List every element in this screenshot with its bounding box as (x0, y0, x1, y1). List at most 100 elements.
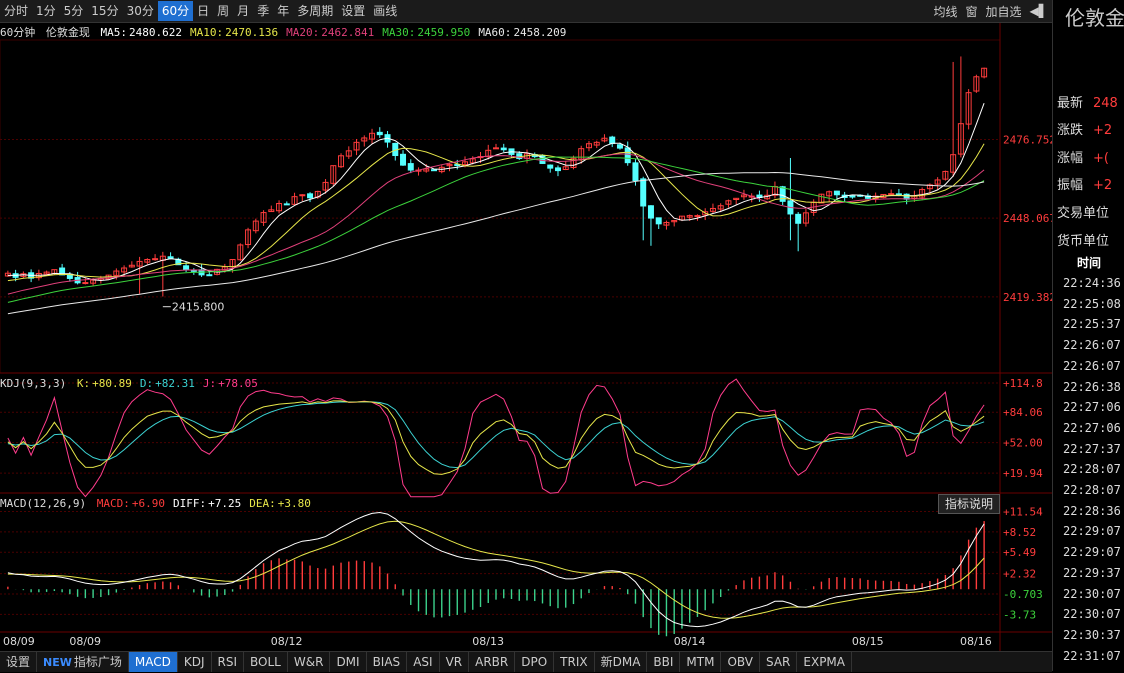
quote-row-value: +( (1093, 151, 1109, 166)
macd-tick-label: +8.52 (1003, 526, 1036, 539)
indicator-tab-label: ASI (413, 655, 433, 669)
period-tab-6[interactable]: 日 (193, 1, 213, 21)
indicator-tab-8[interactable]: BIAS (367, 652, 408, 672)
window-button[interactable]: 窗 (962, 3, 982, 20)
candle-body (655, 217, 662, 225)
tick-time: 22:27:06 (1063, 400, 1121, 415)
indicator-tab-15[interactable]: BBI (647, 652, 681, 672)
indicator-tab-16[interactable]: MTM (680, 652, 722, 672)
tick-time: 22:26:38 (1063, 379, 1121, 394)
indicator-explain-button[interactable]: 指标说明 (938, 494, 1000, 514)
chart-canvas[interactable]: 2476.752 2448.067 2419.382 2415.800 +114.8 +8… (0, 0, 1052, 651)
quote-row-value: +2 (1093, 123, 1113, 138)
indicator-tab-7[interactable]: DMI (330, 652, 367, 672)
tick-time: 22:29:07 (1063, 524, 1121, 539)
indicator-tab-9[interactable]: ASI (407, 652, 440, 672)
kdj-line-j (7, 378, 985, 498)
tick-time: 22:31:07 (1063, 648, 1121, 663)
quote-panel: 伦敦金 最新 248 涨跌 +2 涨幅 +(振幅 +2 交易单位 货币单位 时间 22:24:3… (1052, 0, 1124, 671)
candle-body (647, 205, 654, 219)
kdj_label-item-label: J: (202, 377, 217, 390)
indicator-tab-2[interactable]: MACD (128, 652, 178, 672)
date-label: 08/16 (960, 635, 992, 648)
indicator-tab-11[interactable]: ARBR (469, 652, 516, 672)
period-tab-11[interactable]: 多周期 (293, 1, 337, 21)
ma_line-item-0: MA5: 2480.622 (101, 26, 186, 39)
candle-body (795, 213, 802, 224)
period-tab-8[interactable]: 月 (233, 1, 253, 21)
quote-row-3: 振幅 +2 (1057, 174, 1112, 193)
indicator-tab-0[interactable]: 设置 (0, 652, 38, 672)
indicator-tab-13[interactable]: TRIX (554, 652, 595, 672)
quote-row-value: +2 (1093, 178, 1113, 193)
indicator-tab-14[interactable]: 新DMA (595, 652, 648, 672)
macd_label-item-value: +3.80 (277, 497, 311, 510)
period-tab-2[interactable]: 5分 (60, 1, 88, 21)
date-label: 08/15 (852, 635, 884, 648)
period-tab-9[interactable]: 季 (253, 1, 273, 21)
indicator-tab-4[interactable]: RSI (212, 652, 245, 672)
period-tab-12[interactable]: 设置 (337, 1, 369, 21)
candle-body (152, 258, 159, 261)
indicator-tab-1[interactable]: NEW 指标广场 (37, 652, 129, 672)
ma-toggle-button[interactable]: 均线 (929, 3, 961, 20)
indicator-tab-12[interactable]: DPO (515, 652, 555, 672)
indicator-tab-label: KDJ (183, 655, 205, 669)
period-tab-3[interactable]: 15分 (87, 1, 122, 21)
candle-body (554, 167, 561, 172)
ma_line-item-value: 2459.950 (417, 26, 471, 39)
tick-time: 22:29:07 (1063, 545, 1121, 560)
instrument-name: 伦敦金现 (45, 26, 90, 39)
macd_label-item-0: MACD: +6.90 (97, 497, 169, 510)
period-tab-7[interactable]: 周 (213, 1, 233, 21)
indicator-tab-6[interactable]: W&R (288, 652, 331, 672)
indicator-tab-label: RSI (217, 655, 238, 669)
add-watchlist-button[interactable]: 加自选 (982, 3, 1026, 20)
indicator-tab-19[interactable]: EXPMA (797, 652, 852, 672)
candle-body (895, 193, 902, 196)
macd-tick-label: +5.49 (1003, 546, 1036, 559)
candle-body (407, 163, 414, 171)
indicator-tab-10[interactable]: VR (440, 652, 470, 672)
indicator-tab-label: SAR (766, 655, 791, 669)
period-tab-5[interactable]: 60分 (157, 1, 194, 21)
period-toolbar: 分时 1分 5分 15分 30分 60分日周月季年多周期 设置 画线 均线 窗 加自选 ◀▌ (0, 0, 1052, 23)
macd-tick-label: +2.32 (1003, 568, 1036, 581)
period-tab-13[interactable]: 画线 (369, 1, 401, 21)
indicator-tab-3[interactable]: KDJ (178, 652, 212, 672)
main-panel-frame (0, 39, 1001, 374)
tick-time: 22:28:07 (1063, 483, 1121, 497)
price-tick-label: 2476.752 (1003, 133, 1052, 146)
indicator-tab-label: 设置 (6, 655, 31, 669)
tick-time: 22:26:07 (1063, 338, 1121, 353)
period-tab-1[interactable]: 1分 (32, 1, 60, 21)
ma_line-item-value: 2458.209 (513, 26, 567, 39)
candle-body (299, 194, 306, 197)
indicator-tab-label: OBV (727, 655, 753, 669)
period-tab-0[interactable]: 分时 (0, 1, 32, 21)
period-tab-10[interactable]: 年 (273, 1, 293, 21)
indicator-tab-label: DPO (521, 655, 548, 669)
ma-line-ma20 (7, 153, 985, 295)
kdj-legend: KDJ(9,3,3) K: +80.89 D: +82.31 J: +78.05 (0, 377, 270, 390)
indicator-tab-label: BIAS (372, 655, 401, 669)
quote-row-0: 最新 248 (1057, 92, 1118, 111)
candle-body (206, 274, 213, 277)
candle-body (376, 131, 383, 136)
indicator-tab-label: MACD (134, 655, 171, 669)
candle-body (632, 162, 639, 181)
ma_line-item-label: MA5: (100, 26, 128, 39)
candle-body (183, 265, 190, 271)
tick-time: 22:28:07 (1063, 462, 1121, 477)
candle-body (190, 269, 197, 272)
indicator-tab-17[interactable]: OBV (721, 652, 760, 672)
macd_label-item-label: DEA: (249, 497, 276, 510)
sound-icon[interactable]: ◀▌ (1026, 4, 1052, 18)
macd-line-dea (7, 520, 985, 619)
indicator-tab-5[interactable]: BOLL (244, 652, 288, 672)
candle-body (616, 144, 623, 149)
period-tab-4[interactable]: 30分 (123, 1, 158, 21)
candle-body (82, 282, 89, 285)
indicator-tab-18[interactable]: SAR (760, 652, 798, 672)
tick-time: 22:29:37 (1063, 565, 1121, 580)
